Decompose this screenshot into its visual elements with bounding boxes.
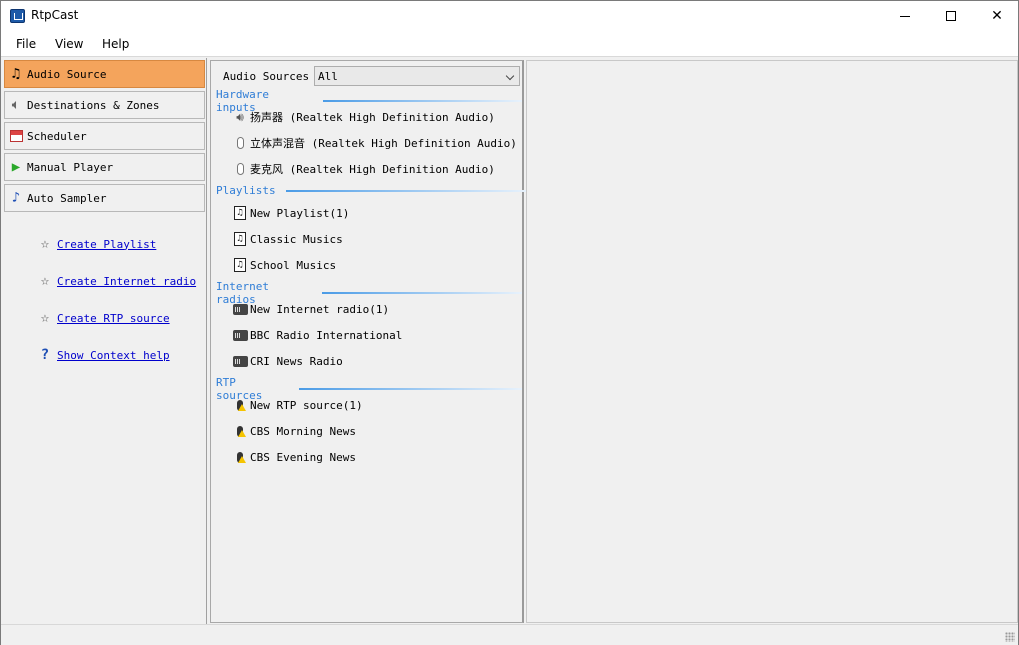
menu-view[interactable]: View (55, 37, 83, 51)
nav-label: Destinations & Zones (27, 98, 160, 112)
link-label[interactable]: Show Context help (57, 349, 170, 362)
item-label: 麦克风 (Realtek High Definition Audio) (250, 163, 495, 176)
chevron-down-icon (505, 71, 515, 81)
audio-sources-dropdown[interactable]: All (314, 66, 520, 86)
nav-auto-sampler[interactable]: ♪ Auto Sampler (4, 184, 205, 212)
rtp-mic-icon (232, 449, 248, 465)
list-item[interactable]: ♫ School Musics (232, 256, 336, 274)
audio-source-list: Audio Sources All Hardware inputs 🔊︎ 扬声器… (210, 60, 528, 623)
nav-scheduler[interactable]: Scheduler (4, 122, 205, 150)
item-label: Classic Musics (250, 232, 343, 246)
radio-icon (232, 353, 248, 369)
link-label[interactable]: Create Playlist (57, 238, 156, 251)
list-item[interactable]: 🔊︎ 扬声器 (Realtek High Definition Audio) (232, 108, 495, 126)
item-label: New Internet radio(1) (250, 302, 390, 316)
star-icon: ☆ (40, 236, 50, 252)
list-item[interactable]: New Internet radio(1) (232, 300, 389, 318)
radio-icon (232, 301, 248, 317)
link-label[interactable]: Create RTP source (57, 312, 170, 325)
close-button[interactable]: ✕ (974, 1, 1019, 31)
nav-destinations-zones[interactable]: 🔈︎ Destinations & Zones (4, 91, 205, 119)
item-label: BBC Radio International (250, 328, 403, 342)
rtp-mic-icon (232, 397, 248, 413)
nav-manual-player[interactable]: ▶ Manual Player (4, 153, 205, 181)
nav-label: Auto Sampler (27, 191, 107, 205)
status-bar (1, 624, 1018, 645)
minimize-icon (900, 15, 910, 17)
list-item[interactable]: CBS Evening News (232, 448, 356, 466)
menu-help[interactable]: Help (102, 37, 129, 51)
create-playlist-link[interactable]: ☆ Create Playlist (37, 236, 157, 252)
app-window: RtpCast ✕ File View Help ♫ Audio Source … (0, 0, 1019, 645)
show-context-help-link[interactable]: ? Show Context help (37, 347, 170, 363)
list-item[interactable]: CRI News Radio (232, 352, 343, 370)
group-divider (298, 388, 522, 390)
dropdown-value: All (318, 70, 338, 83)
list-item[interactable]: 麦克风 (Realtek High Definition Audio) (232, 160, 495, 178)
app-logo-icon (10, 9, 25, 23)
item-label: School Musics (250, 258, 337, 272)
speaker-icon: 🔈︎ (11, 97, 21, 113)
playlist-icon: ♫ (232, 205, 248, 221)
item-label: CBS Morning News (250, 424, 356, 438)
list-item[interactable]: ♫ New Playlist(1) (232, 204, 349, 222)
playlist-icon: ♫ (232, 257, 248, 273)
list-item[interactable]: CBS Morning News (232, 422, 356, 440)
menu-bar: File View Help (1, 31, 1018, 57)
list-item[interactable]: BBC Radio International (232, 326, 402, 344)
link-label[interactable]: Create Internet radio (57, 275, 196, 288)
help-icon: ? (40, 347, 50, 363)
item-label: CBS Evening News (250, 450, 356, 464)
create-rtp-source-link[interactable]: ☆ Create RTP source (37, 310, 170, 326)
microphone-icon (232, 135, 248, 151)
radio-icon (232, 327, 248, 343)
menu-file[interactable]: File (16, 37, 36, 51)
calendar-icon (8, 128, 24, 144)
list-item[interactable]: New RTP source(1) (232, 396, 363, 414)
list-item[interactable]: 立体声混音 (Realtek High Definition Audio) (232, 134, 517, 152)
title-bar[interactable]: RtpCast ✕ (1, 1, 1018, 31)
nav-label: Scheduler (27, 129, 87, 143)
group-divider (322, 292, 522, 294)
music-note-icon: ♪ (11, 190, 21, 206)
item-label: New Playlist(1) (250, 206, 350, 220)
star-icon: ☆ (40, 273, 50, 289)
resize-grip-icon[interactable] (1005, 632, 1015, 642)
maximize-button[interactable] (928, 1, 974, 31)
minimize-button[interactable] (882, 1, 928, 31)
playlist-icon: ♫ (232, 231, 248, 247)
nav-label: Audio Source (27, 67, 107, 81)
speaker-icon: 🔊︎ (236, 109, 244, 124)
music-note-icon: ♫ (11, 66, 21, 82)
item-label: 扬声器 (Realtek High Definition Audio) (250, 111, 495, 124)
group-divider (285, 189, 528, 192)
star-icon: ☆ (40, 310, 50, 326)
play-icon: ▶ (11, 159, 21, 175)
group-divider (323, 100, 522, 102)
item-label: New RTP source(1) (250, 398, 363, 412)
nav-audio-source[interactable]: ♫ Audio Source (4, 60, 205, 88)
microphone-icon (232, 161, 248, 177)
create-internet-radio-link[interactable]: ☆ Create Internet radio (37, 273, 196, 289)
close-icon: ✕ (991, 8, 1003, 24)
group-header-playlists: Playlists (216, 184, 528, 197)
rtp-mic-icon (232, 423, 248, 439)
group-title: Playlists (216, 184, 276, 197)
nav-label: Manual Player (27, 160, 114, 174)
audio-sources-label: Audio Sources (223, 70, 310, 83)
item-label: CRI News Radio (250, 354, 343, 368)
list-item[interactable]: ♫ Classic Musics (232, 230, 343, 248)
window-title: RtpCast (31, 8, 79, 22)
item-label: 立体声混音 (Realtek High Definition Audio) (250, 137, 517, 150)
detail-pane (526, 60, 1018, 623)
navigation-panel: ♫ Audio Source 🔈︎ Destinations & Zones S… (2, 58, 207, 624)
maximize-icon (946, 11, 956, 21)
